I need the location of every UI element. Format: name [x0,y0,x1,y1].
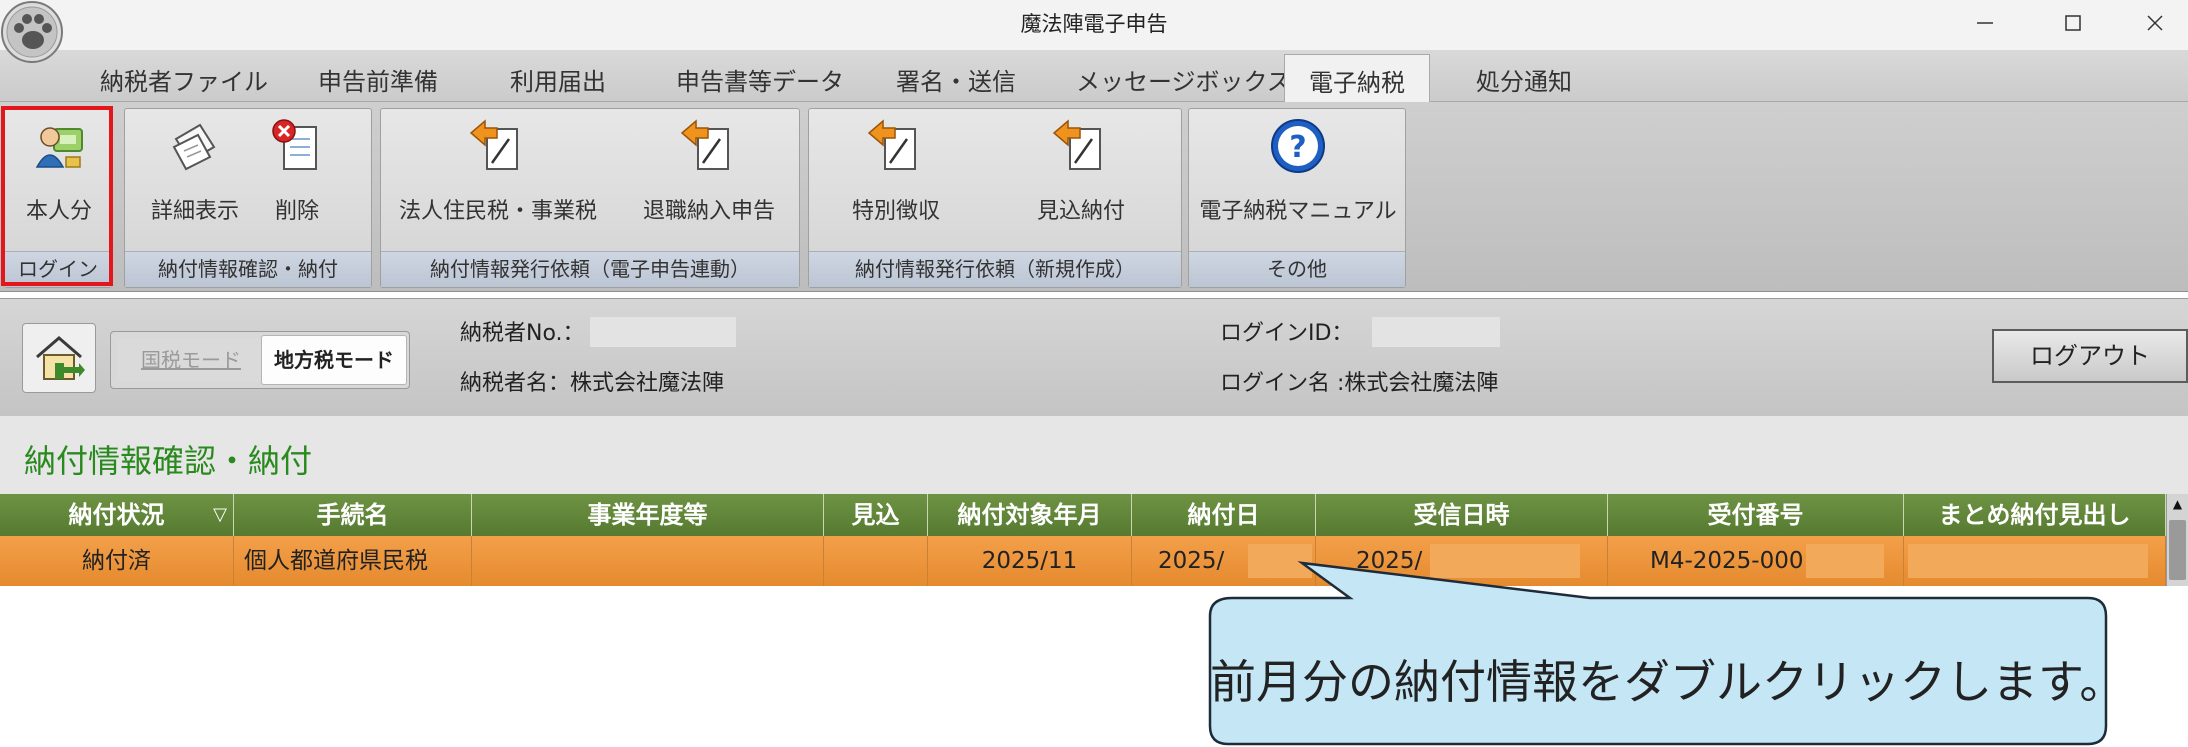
received-datetime-redacted [1430,544,1580,578]
column-header-batch-heading[interactable]: まとめ納付見出し [1904,494,2166,536]
payment-date-redacted [1248,544,1312,578]
special-collection-button[interactable]: 特別徴収 [841,117,951,225]
column-header-procedure[interactable]: 手続名 [234,494,472,536]
help-icon: ? [1271,119,1325,173]
column-header-target-month[interactable]: 納付対象年月 [928,494,1132,536]
menu-return-data[interactable]: 申告書等データ [676,62,844,97]
menu-usage-notice[interactable]: 利用届出 [510,62,606,97]
home-icon [36,336,85,380]
info-bar: 国税モード 地方税モード 納税者No.： 納税者名：株式会社魔法陣 ログインID… [0,298,2188,416]
column-header-receipt-number[interactable]: 受付番号 [1608,494,1904,536]
detail-view-button[interactable]: 詳細表示 [145,117,245,225]
documents-icon [172,123,216,171]
menu-bar: 納税者ファイル 申告前準備 利用届出 申告書等データ 署名・送信 メッセージボッ… [0,50,2188,102]
delete-label: 削除 [274,199,319,224]
taxpayer-no-label: 納税者No.： [460,321,585,346]
delete-button[interactable]: 削除 [257,117,337,225]
document-arrow-icon [469,119,518,170]
mode-switch: 国税モード 地方税モード [110,331,410,389]
detail-view-label: 詳細表示 [150,199,239,224]
window-title: 魔法陣電子申告 [1020,12,1168,36]
ribbon-group-issue-linked-caption: 納付情報発行依頼（電子申告連動） [381,251,799,287]
column-header-estimate[interactable]: 見込 [824,494,928,536]
maximize-icon[interactable] [2040,0,2106,46]
column-header-payment-date[interactable]: 納付日 [1132,494,1316,536]
menu-sign-send[interactable]: 署名・送信 [896,62,1016,97]
paw-logo-icon [0,0,66,88]
highlight-login-frame [1,106,113,286]
login-name-label: ログイン名 :株式会社魔法陣 [1220,371,1499,396]
scroll-thumb[interactable] [2169,520,2186,580]
batch-heading-redacted [1908,544,2148,578]
e-payment-manual-label: 電子納税マニュアル [1199,199,1397,224]
estimated-payment-button[interactable]: 見込納付 [1021,117,1141,225]
column-header-fiscal-year[interactable]: 事業年度等 [472,494,824,536]
callout-text: 前月分の納付情報をダブルクリックします。 [1210,655,2126,709]
local-tax-mode-tab[interactable]: 地方税モード [261,335,407,385]
cell-target-month: 2025/11 [928,536,1132,586]
logout-button[interactable]: ログアウト [1992,329,2188,383]
svg-text:?: ? [1289,130,1306,165]
corporate-resident-tax-label: 法人住民税・事業税 [399,199,598,224]
ribbon-group-payment-confirm-caption: 納付情報確認・納付 [125,251,371,287]
sort-down-icon[interactable]: ▽ [213,494,227,536]
column-header-status[interactable]: 納付状況 ▽ [0,494,234,536]
menu-taxpayer-file[interactable]: 納税者ファイル [100,62,268,97]
receipt-number-redacted [1806,544,1884,578]
cell-fiscal-year [472,536,824,586]
document-arrow-icon [867,119,916,170]
title-bar: 魔法陣電子申告 [0,0,2188,50]
cell-status: 納付済 [0,536,234,586]
menu-pre-filing[interactable]: 申告前準備 [318,62,438,97]
retirement-payment-label: 退職納入申告 [642,199,775,224]
ribbon-group-issue-linked: 法人住民税・事業税 退職納入申告 納付情報発行依頼（電子申告連動） [380,108,800,288]
minimize-icon[interactable] [1952,0,2018,46]
retirement-payment-button[interactable]: 退職納入申告 [629,117,789,225]
home-button[interactable] [22,323,96,393]
national-tax-mode-tab[interactable]: 国税モード [117,338,265,382]
delete-document-icon [272,119,317,170]
cell-procedure: 個人都道府県民税 [234,536,472,586]
section-title: 納付情報確認・納付 [24,442,313,480]
taxpayer-name-label: 納税者名：株式会社魔法陣 [460,371,725,396]
table-header: 納付状況 ▽ 手続名 事業年度等 見込 納付対象年月 納付日 受信日時 受付番号… [0,494,2166,536]
login-id-redacted [1372,317,1500,347]
cell-estimate [824,536,928,586]
document-arrow-icon [1052,119,1101,170]
scroll-up-icon[interactable]: ▲ [2167,494,2188,514]
corporate-resident-tax-button[interactable]: 法人住民税・事業税 [399,117,597,225]
section-header: 納付情報確認・納付 [0,416,2188,494]
close-icon[interactable] [2122,0,2188,46]
login-id-label: ログインID： [1220,321,1354,346]
ribbon-group-other-caption: その他 [1189,251,1405,287]
ribbon: 本人分 ログイン 詳細表示 削除 納付情報確認・納付 法人住民税・事業税 退職納… [0,102,2188,292]
document-arrow-icon [680,119,729,170]
taxpayer-no-redacted [590,317,736,347]
estimated-payment-label: 見込納付 [1036,199,1125,224]
menu-e-payment[interactable]: 電子納税 [1284,54,1430,102]
ribbon-group-other: ? 電子納税マニュアル その他 [1188,108,1406,288]
ribbon-group-issue-new-caption: 納付情報発行依頼（新規作成） [809,251,1181,287]
column-header-received-datetime[interactable]: 受信日時 [1316,494,1608,536]
special-collection-label: 特別徴収 [851,199,940,224]
menu-message-box[interactable]: メッセージボックス [1076,62,1291,97]
ribbon-group-issue-new: 特別徴収 見込納付 納付情報発行依頼（新規作成） [808,108,1182,288]
menu-disposition-notice[interactable]: 処分通知 [1476,62,1572,97]
table-scrollbar[interactable]: ▲ [2166,494,2188,586]
ribbon-group-payment-confirm: 詳細表示 削除 納付情報確認・納付 [124,108,372,288]
e-payment-manual-button[interactable]: ? 電子納税マニュアル [1199,117,1397,225]
table-row[interactable]: 納付済 個人都道府県民税 2025/11 2025/ 2025/ M4-2025… [0,536,2166,586]
column-header-label: 納付状況 [68,501,165,529]
